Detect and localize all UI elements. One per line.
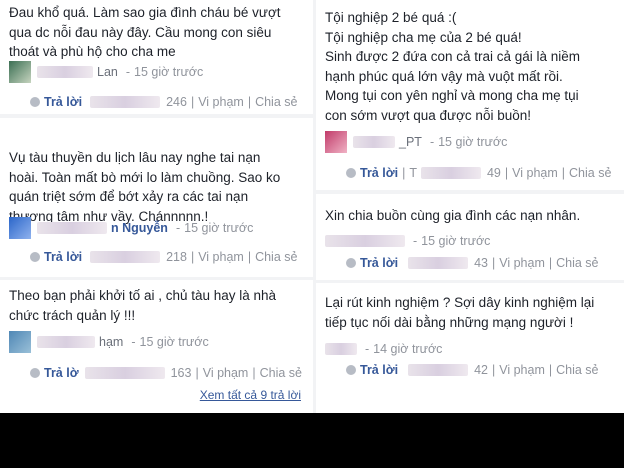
share-button[interactable]: Chia sẻ xyxy=(255,250,297,264)
share-button[interactable]: Chia sẻ xyxy=(556,256,598,270)
author-name[interactable]: _PT xyxy=(399,135,422,149)
comment-meta: n Nguyễn - 15 giờ trước xyxy=(9,217,253,239)
reply-button[interactable]: Trả lờ xyxy=(44,366,79,380)
comment-card: Xin chia buồn cùng gia đình các nạn nhân… xyxy=(316,194,624,280)
author-name[interactable]: n Nguyễn xyxy=(111,221,168,235)
like-count: 49 xyxy=(486,166,501,180)
comment-actions: Trả lờ 163 | Vi phạm | Chia sẻ xyxy=(30,364,302,382)
comment-card: Đau khổ quá. Làm sao gia đình cháu bé vư… xyxy=(0,0,313,114)
like-count: 218 xyxy=(166,250,187,264)
avatar[interactable] xyxy=(325,131,347,153)
report-button[interactable]: Vi phạm xyxy=(198,95,244,109)
reply-icon xyxy=(346,258,356,268)
blurred-author-name xyxy=(353,136,395,148)
comment-meta: - 14 giờ trước xyxy=(325,339,442,359)
comment-card: Vụ tàu thuyền du lịch lâu nay nghe tai n… xyxy=(0,118,313,277)
reply-icon xyxy=(30,97,40,107)
see-all-replies-link[interactable]: Xem tất cả 9 trả lời xyxy=(200,388,301,402)
timestamp[interactable]: 14 giờ trước xyxy=(373,342,442,356)
reply-button[interactable]: Trả lời xyxy=(360,256,398,270)
reply-button[interactable]: Trả lời xyxy=(360,166,398,180)
reply-button[interactable]: Trả lời xyxy=(44,250,82,264)
reply-icon xyxy=(30,252,40,262)
comment-text: Lại rút kinh nghiệm ? Sợi dây kinh nghiệ… xyxy=(325,295,595,330)
comment-meta: hạm - 15 giờ trước xyxy=(9,331,209,353)
author-name[interactable]: Lan xyxy=(97,65,118,79)
avatar[interactable] xyxy=(9,331,31,353)
comment-actions: Trả lời 42 | Vi phạm | Chia sẻ xyxy=(346,361,599,379)
report-button[interactable]: Vi phạm xyxy=(203,366,249,380)
comment-text: Vụ tàu thuyền du lịch lâu nay nghe tai n… xyxy=(9,150,281,224)
comment-actions: Trả lời | T 49 | Vi phạm | Chia sẻ xyxy=(346,164,611,182)
like-label[interactable]: T xyxy=(409,166,417,180)
report-button[interactable]: Vi phạm xyxy=(499,363,545,377)
like-count: 163 xyxy=(170,366,192,380)
reply-button[interactable]: Trả lời xyxy=(360,363,398,377)
reply-button[interactable]: Trả lời xyxy=(44,95,82,109)
blurred-like-button xyxy=(420,167,481,179)
comment-card: Lại rút kinh nghiệm ? Sợi dây kinh nghiệ… xyxy=(316,283,624,413)
avatar[interactable] xyxy=(9,61,31,83)
comment-screenshot: Đau khổ quá. Làm sao gia đình cháu bé vư… xyxy=(0,0,624,413)
comment-card: Tội nghiệp 2 bé quá :( Tội nghiệp cha mẹ… xyxy=(316,0,624,190)
comment-actions: Trả lời 218 | Vi phạm | Chia sẻ xyxy=(30,248,297,266)
report-button[interactable]: Vi phạm xyxy=(512,166,558,180)
blurred-like-button xyxy=(90,96,161,108)
comment-card: Theo bạn phải khởi tố ai , chủ tàu hay l… xyxy=(0,280,313,413)
share-button[interactable]: Chia sẻ xyxy=(569,166,611,180)
comment-meta: Lan - 15 giờ trước xyxy=(9,61,203,83)
author-name[interactable]: hạm xyxy=(99,335,123,349)
comment-text: Tội nghiệp 2 bé quá :( Tội nghiệp cha mẹ… xyxy=(325,10,581,123)
share-button[interactable]: Chia sẻ xyxy=(556,363,598,377)
comment-text: Theo bạn phải khởi tố ai , chủ tàu hay l… xyxy=(9,288,277,323)
comment-actions: Trả lời 43 | Vi phạm | Chia sẻ xyxy=(346,254,599,272)
share-button[interactable]: Chia sẻ xyxy=(260,366,302,380)
reply-icon xyxy=(346,168,356,178)
timestamp[interactable]: 15 giờ trước xyxy=(184,221,253,235)
reply-icon xyxy=(346,365,356,375)
blurred-like-button xyxy=(408,364,469,376)
like-count: 43 xyxy=(474,256,488,270)
timestamp[interactable]: 15 giờ trước xyxy=(134,65,203,79)
blurred-like-button xyxy=(84,367,165,379)
blurred-author-name xyxy=(325,235,405,247)
comment-meta: _PT - 15 giờ trước xyxy=(325,131,507,153)
timestamp[interactable]: 15 giờ trước xyxy=(140,335,209,349)
report-button[interactable]: Vi phạm xyxy=(198,250,244,264)
reply-icon xyxy=(30,368,40,378)
avatar[interactable] xyxy=(9,217,31,239)
timestamp[interactable]: 15 giờ trước xyxy=(438,135,507,149)
report-button[interactable]: Vi phạm xyxy=(499,256,545,270)
comment-meta: - 15 giờ trước xyxy=(325,231,490,251)
blurred-author-name xyxy=(37,66,93,78)
share-button[interactable]: Chia sẻ xyxy=(255,95,297,109)
blurred-author-name xyxy=(37,222,107,234)
like-count: 246 xyxy=(166,95,187,109)
blurred-author-name xyxy=(37,336,95,348)
comment-text: Xin chia buồn cùng gia đình các nạn nhân… xyxy=(325,208,581,223)
blurred-like-button xyxy=(90,251,161,263)
comment-text: Đau khổ quá. Làm sao gia đình cháu bé vư… xyxy=(9,5,281,59)
comment-actions: Trả lời 246 | Vi phạm | Chia sẻ xyxy=(30,93,297,111)
blurred-author-name xyxy=(325,343,357,355)
timestamp[interactable]: 15 giờ trước xyxy=(421,234,490,248)
blurred-like-button xyxy=(408,257,469,269)
like-count: 42 xyxy=(474,363,488,377)
